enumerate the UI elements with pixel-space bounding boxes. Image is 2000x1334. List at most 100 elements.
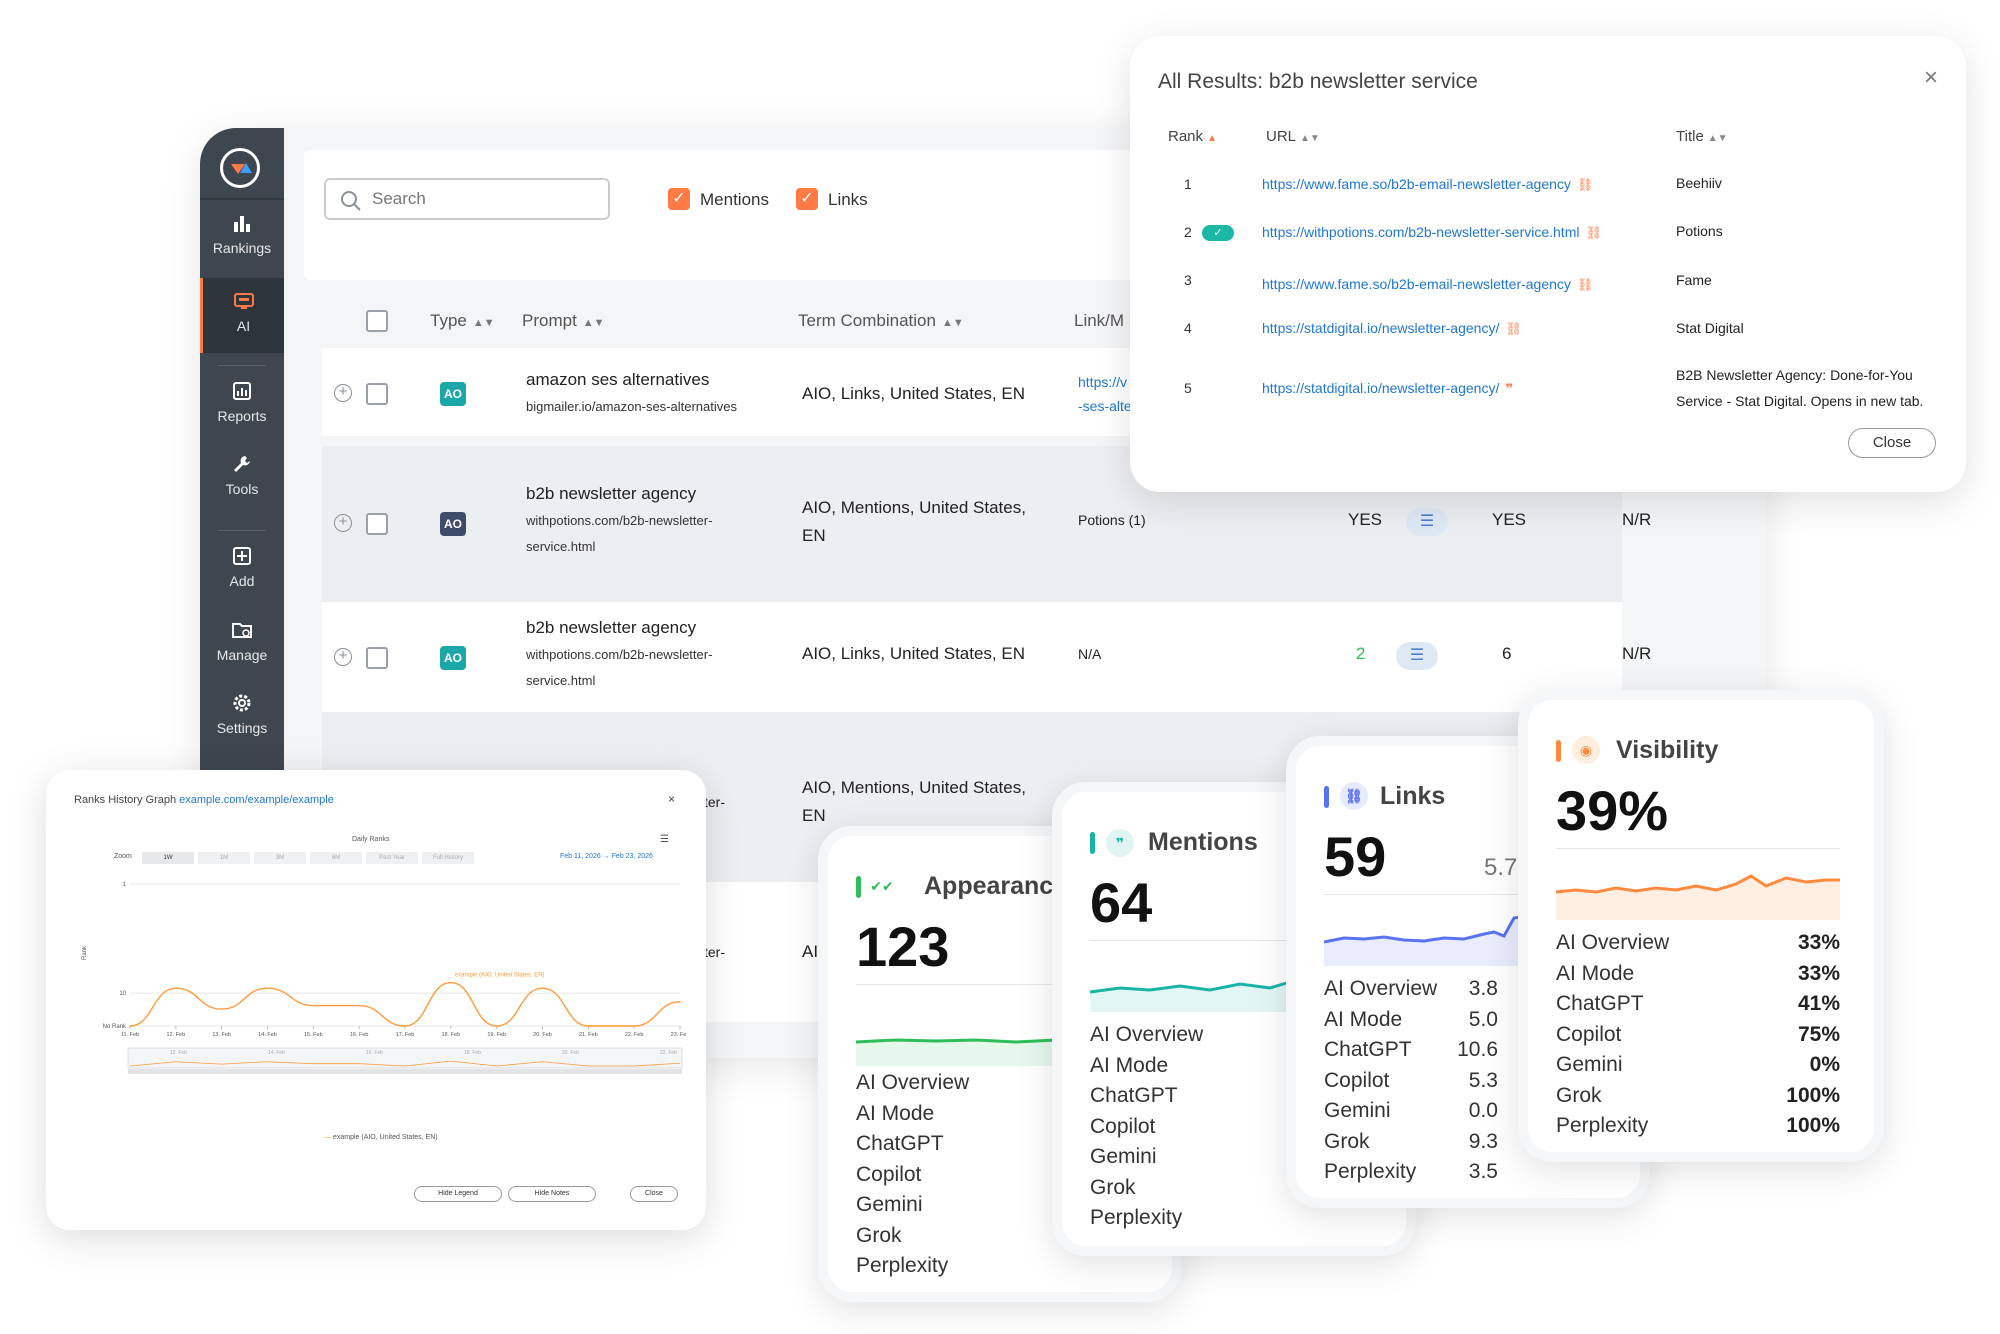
plus-square-icon xyxy=(233,547,251,565)
list-value: 75% xyxy=(1797,1022,1840,1046)
all-results-dialog: All Results: b2b newsletter service × Ra… xyxy=(1130,36,1966,492)
data-point xyxy=(129,1025,131,1027)
select-all-checkbox[interactable] xyxy=(366,310,388,332)
sidebar-item-manage[interactable]: Manage xyxy=(200,607,284,677)
app-logo-icon[interactable] xyxy=(220,148,260,188)
navigator-tick-label: 14. Feb xyxy=(268,1050,285,1056)
result-title: B2B Newsletter Agency: Done-for-You xyxy=(1676,367,1913,383)
y-axis-label: Rank xyxy=(82,945,88,960)
links-checkbox[interactable]: ✓ xyxy=(796,188,818,210)
double-check-icon: ✔✔ xyxy=(870,878,894,894)
search-input[interactable] xyxy=(372,188,592,210)
prompt-url: service.html xyxy=(526,673,596,688)
column-header-rank[interactable]: Rank ▲ xyxy=(1168,128,1217,145)
expand-icon[interactable]: + xyxy=(334,384,352,402)
search-box[interactable] xyxy=(324,178,610,220)
row-checkbox[interactable] xyxy=(366,383,388,405)
close-icon[interactable]: × xyxy=(1924,64,1938,92)
list-item: Copilot xyxy=(1090,1114,1156,1138)
search-icon xyxy=(341,191,361,211)
column-header-type[interactable]: Type ▲▼ xyxy=(430,311,495,331)
chart-legend[interactable]: — example (AIO, United States, EN) xyxy=(324,1134,438,1141)
column-header-term[interactable]: Term Combination ▲▼ xyxy=(798,311,964,331)
sidebar-item-label: AI xyxy=(236,318,251,334)
expand-icon[interactable]: + xyxy=(334,648,352,666)
zoom-6m-button[interactable]: 6M xyxy=(310,852,362,864)
data-point xyxy=(587,1025,590,1027)
mentions-checkbox[interactable]: ✓ xyxy=(668,188,690,210)
domain-link[interactable]: example.com/example/example xyxy=(179,794,334,806)
prompt-url: withpotions.com/b2b-newsletter- xyxy=(526,513,713,528)
link-url[interactable]: https://v xyxy=(1078,374,1127,390)
link-icon: ⛓ xyxy=(1505,321,1522,336)
hide-notes-button[interactable]: Hide Notes xyxy=(508,1186,596,1202)
zoom-1w-button[interactable]: 1W xyxy=(142,852,194,864)
sidebar-item-tools[interactable]: Tools xyxy=(200,441,284,511)
link-url[interactable]: -ses-alte xyxy=(1078,398,1132,414)
list-icon[interactable]: ☰ xyxy=(1406,508,1448,536)
close-icon[interactable]: × xyxy=(668,792,675,806)
sidebar-item-add[interactable]: Add xyxy=(200,533,284,603)
list-value: 10.6 xyxy=(1457,1038,1498,1061)
result-url[interactable]: https://statdigital.io/newsletter-agency… xyxy=(1262,320,1499,336)
x-tick-label: 22. Feb xyxy=(625,1032,644,1038)
prompt-url: bigmailer.io/amazon-ses-alternatives xyxy=(526,399,737,414)
x-tick-label: 12. Feb xyxy=(167,1032,186,1038)
list-item: Grok xyxy=(856,1223,902,1247)
row-checkbox[interactable] xyxy=(366,647,388,669)
expand-icon[interactable]: + xyxy=(334,514,352,532)
list-item: ChatGPT xyxy=(856,1132,944,1155)
sidebar-item-reports[interactable]: Reports xyxy=(200,368,284,438)
close-button[interactable]: Close xyxy=(1848,428,1936,458)
data-point xyxy=(541,987,544,989)
result-title: Potions xyxy=(1676,223,1723,239)
sparkline xyxy=(1556,874,1840,920)
close-button[interactable]: Close xyxy=(630,1186,678,1202)
rank-number: 3 xyxy=(1184,272,1192,288)
hide-legend-button[interactable]: Hide Legend xyxy=(414,1186,502,1202)
platform-list: AI Overview AI Mode ChatGPT Copilot Gemi… xyxy=(1090,1020,1203,1234)
column-header-link[interactable]: Link/M xyxy=(1074,311,1124,331)
zoom-full-history-button[interactable]: Full History xyxy=(422,852,474,864)
data-point xyxy=(266,987,269,989)
bar-chart-icon xyxy=(234,216,250,232)
navigator-tick-label: 12. Feb xyxy=(170,1050,187,1056)
sidebar-item-label: Rankings xyxy=(212,240,272,256)
list-icon[interactable]: ☰ xyxy=(1396,642,1438,670)
data-point xyxy=(679,1000,681,1003)
ai-overview-badge-icon: AO xyxy=(440,382,466,406)
term-combination: EN xyxy=(802,806,826,825)
result-url[interactable]: https://www.fame.so/b2b-email-newsletter… xyxy=(1262,276,1571,292)
list-item: Grok xyxy=(1090,1175,1136,1199)
row-checkbox[interactable] xyxy=(366,513,388,535)
divider xyxy=(218,530,266,531)
value-list: 33% 33% 41% 75% 0% 100% 100% xyxy=(1760,928,1840,1142)
report-icon xyxy=(233,382,251,400)
x-tick-label: 14. Feb xyxy=(258,1032,277,1038)
navigator-tick-label: 18. Feb xyxy=(464,1050,481,1056)
accent-bar xyxy=(856,876,861,898)
column-header-prompt[interactable]: Prompt ▲▼ xyxy=(522,311,605,331)
date-range[interactable]: Feb 11, 2026 → Feb 23, 2026 xyxy=(560,853,653,860)
list-item: Copilot xyxy=(1556,1022,1622,1046)
result-url[interactable]: https://www.fame.so/b2b-email-newsletter… xyxy=(1262,176,1571,192)
sidebar-item-ai[interactable]: AI xyxy=(200,278,284,353)
zoom-past-year-button[interactable]: Past Year xyxy=(366,852,418,864)
zoom-1m-button[interactable]: 1M xyxy=(198,852,250,864)
data-point xyxy=(495,1025,498,1027)
sidebar-item-settings[interactable]: Settings xyxy=(200,680,284,750)
list-value: 5.0 xyxy=(1468,1007,1498,1031)
sidebar-item-rankings[interactable]: Rankings xyxy=(200,200,284,270)
cell-value: YES xyxy=(1348,510,1383,529)
ai-overview-badge-icon: AO xyxy=(440,646,466,670)
list-item: AI Overview xyxy=(856,1071,970,1094)
term-combination: EN xyxy=(802,526,826,545)
column-header-title[interactable]: Title ▲▼ xyxy=(1676,128,1728,145)
column-header-url[interactable]: URL ▲▼ xyxy=(1266,128,1320,145)
result-url[interactable]: https://statdigital.io/newsletter-agency… xyxy=(1262,380,1499,396)
visibility-card[interactable]: ◉ Visibility 39% AI Overview AI Mode Cha… xyxy=(1518,690,1884,1162)
menu-icon[interactable]: ☰ xyxy=(660,834,669,845)
zoom-3m-button[interactable]: 3M xyxy=(254,852,306,864)
x-tick-label: 23. Feb xyxy=(671,1032,686,1038)
result-url[interactable]: https://withpotions.com/b2b-newsletter-s… xyxy=(1262,224,1579,240)
